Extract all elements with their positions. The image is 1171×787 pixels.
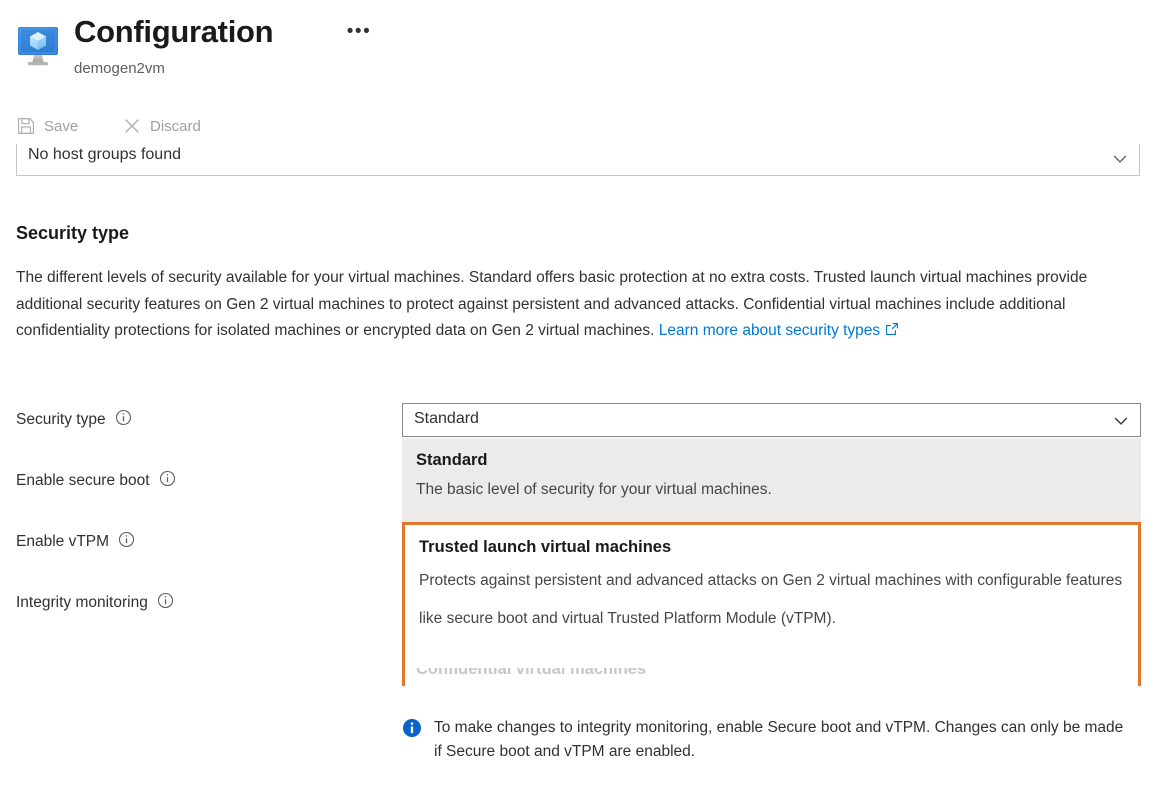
save-label: Save: [44, 117, 79, 135]
option-description: The basic level of security for your vir…: [416, 481, 772, 498]
security-type-heading: Security type: [16, 223, 130, 243]
dropdown-option-trusted-launch[interactable]: Trusted launch virtual machines Protects…: [402, 522, 1141, 686]
host-group-dropdown[interactable]: No host groups found: [16, 144, 1140, 176]
info-icon[interactable]: [115, 409, 132, 431]
more-options-button[interactable]: •••: [346, 22, 372, 48]
security-type-dropdown-list: Standard The basic level of security for…: [402, 438, 1141, 686]
learn-more-link[interactable]: Learn more about security types: [659, 322, 899, 339]
close-icon: [122, 116, 142, 136]
page-title: Configuration: [74, 14, 274, 49]
description-text: The different levels of security availab…: [16, 269, 1088, 339]
info-icon[interactable]: [159, 470, 176, 492]
label-enable-vtpm: Enable vTPM: [16, 531, 135, 553]
security-type-combobox[interactable]: Standard: [402, 403, 1141, 437]
option-description: Protects against persistent and advanced…: [419, 572, 1123, 627]
external-link-icon: [885, 319, 899, 346]
info-icon[interactable]: [157, 592, 174, 614]
option-title: Confidential virtual machines: [416, 668, 647, 678]
dropdown-option-confidential-clipped[interactable]: Confidential virtual machines: [405, 668, 1138, 686]
dropdown-option-standard[interactable]: Standard The basic level of security for…: [402, 438, 1141, 522]
info-message-text: To make changes to integrity monitoring,…: [434, 719, 1124, 760]
security-type-selected-value: Standard: [414, 410, 479, 427]
save-icon: [16, 116, 36, 136]
command-bar: Save Discard: [0, 108, 1171, 146]
learn-more-label: Learn more about security types: [658, 322, 881, 339]
label-text: Enable secure boot: [16, 472, 150, 489]
chevron-down-icon: [1110, 149, 1130, 174]
info-filled-icon: [402, 718, 422, 743]
page-subtitle: demogen2vm: [74, 60, 165, 77]
discard-label: Discard: [150, 117, 201, 135]
discard-button[interactable]: Discard: [122, 108, 201, 144]
chevron-down-icon[interactable]: [1111, 411, 1131, 436]
option-title: Standard: [416, 451, 488, 469]
label-text: Security type: [16, 411, 106, 428]
info-message: To make changes to integrity monitoring,…: [402, 716, 1132, 764]
page-header: Configuration ••• demogen2vm: [0, 0, 1171, 100]
label-enable-secure-boot: Enable secure boot: [16, 470, 176, 492]
host-group-value: No host groups found: [28, 146, 181, 163]
option-title: Trusted launch virtual machines: [419, 538, 672, 556]
security-type-description: The different levels of security availab…: [16, 265, 1126, 346]
virtual-machine-icon: [14, 22, 62, 70]
info-icon[interactable]: [118, 531, 135, 553]
label-text: Enable vTPM: [16, 533, 110, 550]
label-integrity-monitoring: Integrity monitoring: [16, 592, 174, 614]
label-text: Integrity monitoring: [16, 594, 148, 611]
label-security-type: Security type: [16, 409, 132, 431]
save-button[interactable]: Save: [16, 108, 78, 144]
